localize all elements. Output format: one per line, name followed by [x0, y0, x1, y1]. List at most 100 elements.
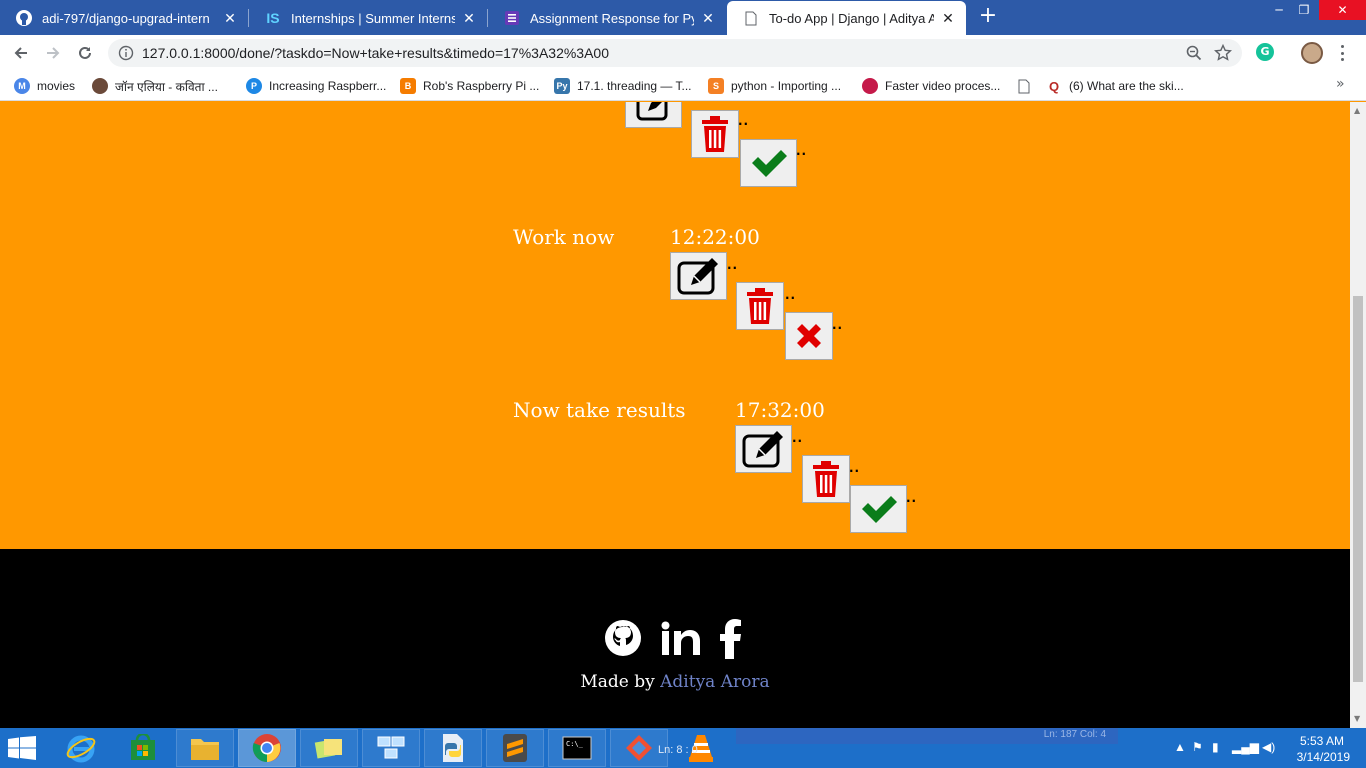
volume-icon[interactable]: ◀) — [1262, 740, 1275, 754]
edit-task-button[interactable] — [735, 425, 792, 473]
restore-button[interactable]: ❐ — [1289, 0, 1319, 20]
separator-dots: .. — [738, 114, 750, 128]
scroll-down-icon[interactable]: ▼ — [1354, 714, 1360, 723]
taskbar-python-file[interactable] — [424, 729, 482, 767]
taskbar-store[interactable] — [114, 729, 172, 767]
taskbar-sublime-text[interactable] — [486, 729, 544, 767]
bookmarks-bar: M movies जॉन एलिया - कविता ... P Increas… — [0, 71, 1366, 101]
git-icon — [626, 735, 652, 761]
forward-button[interactable] — [40, 40, 66, 66]
facebook-link[interactable] — [720, 619, 742, 663]
info-icon[interactable] — [118, 45, 134, 65]
task-time: 17:32:00 — [735, 398, 825, 422]
url-text[interactable]: 127.0.0.1:8000/done/?taskdo=Now+take+res… — [142, 39, 609, 67]
tab-github[interactable]: adi-797/django-upgrad-intern ✕ — [0, 1, 248, 35]
movies-icon: M — [14, 78, 30, 94]
bookmarks-overflow-icon[interactable]: » — [1336, 76, 1345, 92]
p-icon: P — [246, 78, 262, 94]
page-icon — [743, 10, 759, 26]
menu-icon[interactable] — [1334, 43, 1350, 63]
done-task-button[interactable] — [740, 139, 797, 187]
bookmark-jaun-elia[interactable]: जॉन एलिया - कविता ... — [92, 76, 218, 96]
done-task-button[interactable] — [850, 485, 907, 533]
task-name: Now take results — [513, 398, 686, 422]
taskbar-file-explorer[interactable] — [176, 729, 234, 767]
clock-time[interactable]: 5:53 AM — [1300, 734, 1344, 748]
author-link[interactable]: Aditya Arora — [660, 672, 769, 692]
vertical-scrollbar[interactable]: ▲ ▼ — [1350, 102, 1366, 728]
reload-button[interactable] — [72, 40, 98, 66]
separator-dots: .. — [849, 461, 861, 475]
taskbar-chrome[interactable] — [238, 729, 296, 767]
close-icon[interactable]: ✕ — [222, 10, 238, 27]
bookmark-raspberry-increase[interactable]: P Increasing Raspberr... — [246, 76, 386, 96]
separator-dots: .. — [792, 431, 804, 445]
bookmark-python-importing[interactable]: S python - Importing ... — [708, 76, 841, 96]
github-link[interactable] — [604, 619, 642, 661]
undo-task-button[interactable] — [785, 312, 833, 360]
close-icon[interactable]: ✕ — [461, 10, 477, 27]
tab-title: To-do App | Django | Aditya Aro — [769, 10, 934, 26]
separator-dots: .. — [796, 144, 808, 158]
bookmark-quora[interactable]: Q (6) What are the ski... — [1046, 76, 1184, 96]
chrome-icon — [252, 734, 281, 762]
flag-icon[interactable]: ⚑ — [1192, 740, 1203, 754]
delete-task-button[interactable] — [802, 455, 850, 503]
taskbar-command-prompt[interactable]: C:\_ — [548, 729, 606, 767]
edit-icon — [636, 102, 667, 121]
system-tray: ▲ ⚑ ▮ ▂▄▆ ◀) 5:53 AM 3/14/2019 — [1166, 728, 1366, 768]
github-icon — [605, 620, 641, 656]
tab-internshala[interactable]: IS Internships | Summer Internship ✕ — [249, 1, 487, 35]
signal-icon[interactable]: ▂▄▆ — [1232, 740, 1259, 754]
scroll-up-icon[interactable]: ▲ — [1354, 106, 1360, 115]
profile-avatar[interactable] — [1301, 42, 1323, 64]
bookmark-movies[interactable]: M movies — [14, 76, 75, 96]
edit-icon — [677, 258, 718, 295]
delete-task-button[interactable] — [736, 282, 784, 330]
taskbar-internet-explorer[interactable] — [52, 729, 110, 767]
window-close-button[interactable]: ✕ — [1319, 0, 1366, 20]
edit-task-button[interactable] — [670, 252, 727, 300]
avatar-icon — [92, 78, 108, 94]
linkedin-link[interactable] — [661, 621, 701, 661]
bookmark-faster-video[interactable]: Faster video proces... — [862, 76, 1000, 96]
edit-task-button[interactable] — [625, 102, 682, 128]
linkedin-icon — [661, 621, 700, 655]
svg-text:C:\_: C:\_ — [566, 740, 584, 748]
taskbar-remote-desktop[interactable] — [362, 729, 420, 767]
bookmark-threading[interactable]: Py 17.1. threading — T... — [554, 76, 692, 96]
tab-title: Assignment Response for Python — [530, 10, 694, 26]
trash-icon — [813, 461, 839, 497]
store-icon — [131, 734, 155, 760]
close-icon[interactable]: ✕ — [700, 10, 716, 27]
python-file-icon — [443, 734, 463, 762]
separator-dots: .. — [785, 288, 797, 302]
new-tab-button[interactable]: + — [976, 5, 1000, 29]
bookmark-label: movies — [37, 79, 76, 93]
scroll-thumb[interactable] — [1353, 296, 1363, 682]
back-button[interactable] — [8, 40, 34, 66]
separator-dots: .. — [727, 258, 739, 272]
zoom-icon[interactable] — [1186, 45, 1202, 65]
chevron-up-icon[interactable]: ▲ — [1174, 740, 1186, 754]
bookmark-page[interactable] — [1016, 76, 1039, 96]
bookmark-star-icon[interactable] — [1213, 43, 1233, 66]
bookmark-label: Increasing Raspberr... — [269, 79, 387, 93]
address-bar[interactable]: 127.0.0.1:8000/done/?taskdo=Now+take+res… — [108, 39, 1242, 67]
windows-start-button[interactable] — [8, 736, 40, 762]
separator-dots: .. — [906, 491, 918, 505]
grammarly-icon[interactable]: G — [1256, 43, 1274, 61]
tab-forms[interactable]: Assignment Response for Python ✕ — [488, 1, 726, 35]
editor-status-peek: Ln: 187 Col: 4 — [736, 728, 1118, 744]
delete-task-button[interactable] — [691, 110, 739, 158]
battery-icon[interactable]: ▮ — [1212, 740, 1219, 754]
clock-date[interactable]: 3/14/2019 — [1297, 750, 1350, 764]
close-icon[interactable]: ✕ — [940, 10, 956, 27]
taskbar-sticky-notes[interactable] — [300, 729, 358, 767]
edit-icon — [742, 431, 783, 468]
editor-status-overlay: Ln: 8 : 0 — [658, 744, 698, 756]
bookmark-label: जॉन एलिया - कविता ... — [115, 79, 218, 94]
tab-todo-app[interactable]: To-do App | Django | Aditya Aro ✕ — [727, 1, 966, 35]
tab-title: Internships | Summer Internship — [291, 10, 455, 26]
bookmark-robs-raspberry[interactable]: B Rob's Raspberry Pi ... — [400, 76, 539, 96]
